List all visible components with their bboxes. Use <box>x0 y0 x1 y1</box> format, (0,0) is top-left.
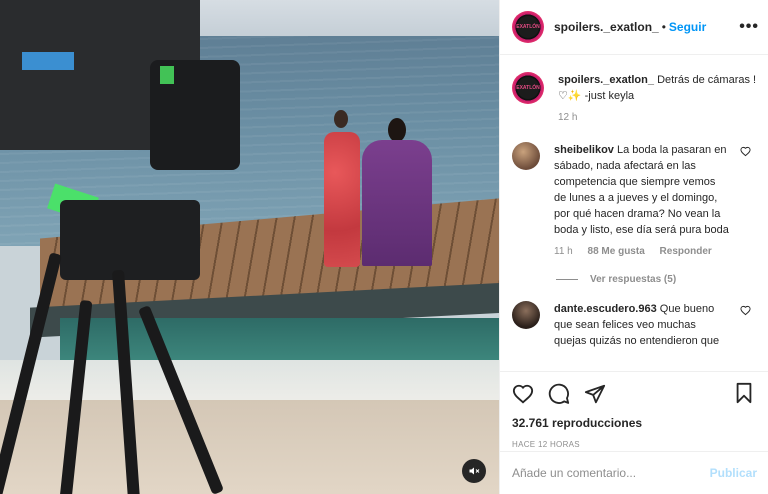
heart-icon[interactable] <box>512 383 534 405</box>
list-item: dante.escudero.963 Que bueno que sean fe… <box>512 301 757 349</box>
separator: • <box>661 20 666 34</box>
heart-icon[interactable] <box>740 305 751 319</box>
comments-list[interactable]: EXATLÓN spoilers._exatlon_ Detrás de cám… <box>500 56 768 370</box>
share-icon[interactable] <box>584 383 606 405</box>
video-tv-camera <box>0 0 240 200</box>
comment-time: 11 h <box>554 246 573 257</box>
caption-username[interactable]: spoilers._exatlon_ <box>558 74 654 86</box>
video-player[interactable] <box>0 0 499 494</box>
comment-input[interactable] <box>512 466 710 480</box>
view-replies-button[interactable]: Ver respuestas (5) <box>556 274 757 285</box>
reply-button[interactable]: Responder <box>660 246 712 257</box>
caption-time: 12 h <box>558 112 578 123</box>
comment-username[interactable]: dante.escudero.963 <box>554 303 657 315</box>
avatar[interactable]: EXATLÓN <box>512 11 544 43</box>
post-timestamp[interactable]: HACE 12 HORAS <box>512 440 757 449</box>
muted-speaker-icon[interactable] <box>462 459 486 483</box>
avatar[interactable]: EXATLÓN <box>512 72 544 104</box>
more-options-icon[interactable]: ••• <box>739 18 759 36</box>
view-count[interactable]: 32.761 reproducciones <box>512 416 757 430</box>
caption: EXATLÓN spoilers._exatlon_ Detrás de cám… <box>512 72 757 126</box>
comment-likes[interactable]: 88 Me gusta <box>588 246 645 257</box>
comment-username[interactable]: sheibelikov <box>554 144 614 156</box>
follow-button[interactable]: Seguir <box>669 20 706 34</box>
post-header: EXATLÓN spoilers._exatlon_ • Seguir ••• <box>500 0 768 55</box>
heart-icon[interactable] <box>740 146 751 160</box>
post-sidebar: EXATLÓN spoilers._exatlon_ • Seguir ••• … <box>499 0 768 494</box>
comment-icon[interactable] <box>548 383 570 405</box>
comment-text: La boda la pasaran en sábado, nada afect… <box>554 144 729 236</box>
header-username[interactable]: spoilers._exatlon_ <box>554 20 659 34</box>
video-person-purple-dress <box>362 118 432 266</box>
post-actions: 32.761 reproducciones HACE 12 HORAS <box>500 371 768 451</box>
list-item: sheibelikov La boda la pasaran en sábado… <box>512 142 757 260</box>
publish-button[interactable]: Publicar <box>710 466 757 480</box>
avatar[interactable] <box>512 301 540 329</box>
video-person-red-dress <box>322 110 362 267</box>
bookmark-icon[interactable] <box>733 382 755 407</box>
avatar[interactable] <box>512 142 540 170</box>
comment-composer: Publicar <box>500 451 768 494</box>
